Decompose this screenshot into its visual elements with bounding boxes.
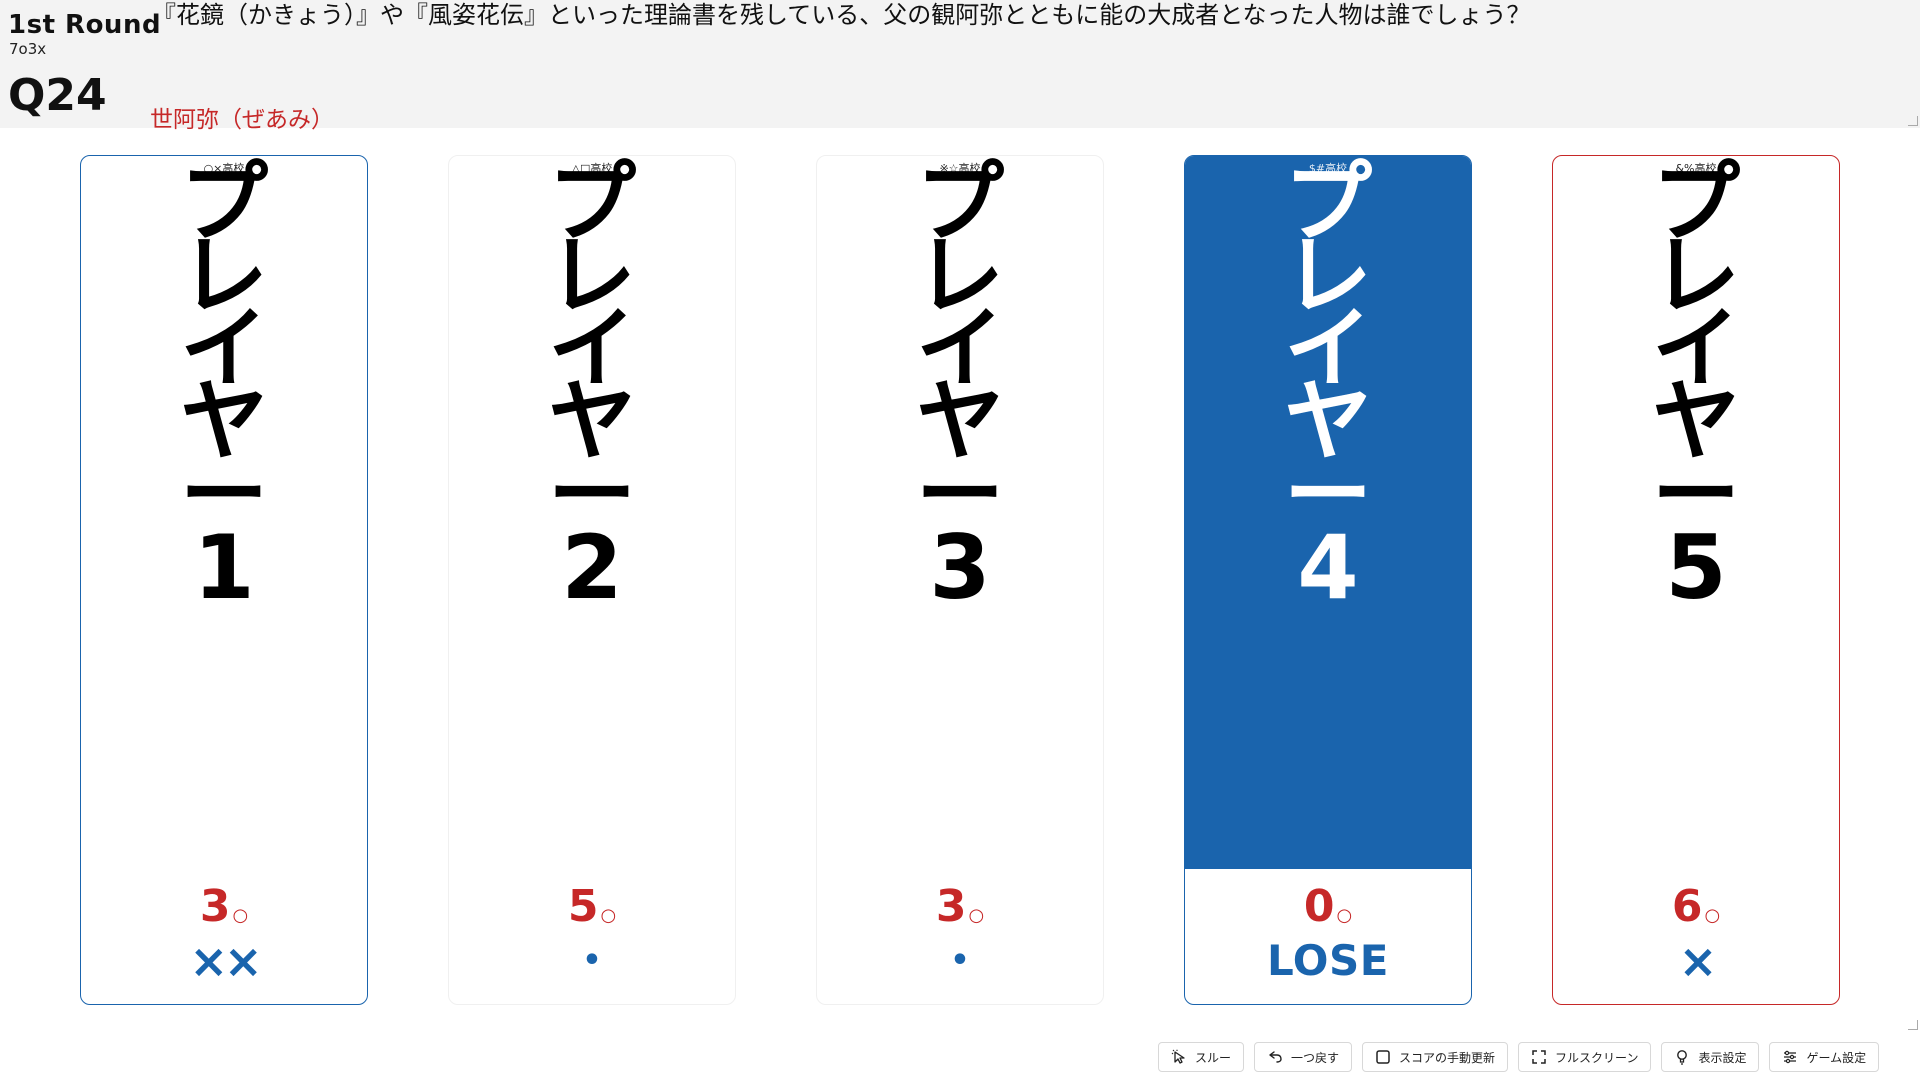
player-lose-status[interactable]: LOSE bbox=[1185, 936, 1471, 986]
question-header: 1st Round 7o3x Q24 『花鏡（かきょう）』や『風姿花伝』といった… bbox=[0, 0, 1920, 133]
through-label: スルー bbox=[1195, 1050, 1232, 1065]
player-name-char: 1 bbox=[193, 516, 255, 619]
checkbox-icon bbox=[1375, 1049, 1391, 1065]
score-unit: ○ bbox=[968, 905, 985, 926]
score-value: 3 bbox=[199, 881, 231, 932]
game-settings-button[interactable]: ゲーム設定 bbox=[1769, 1042, 1880, 1072]
manual-score-update-label: スコアの手動更新 bbox=[1399, 1050, 1496, 1065]
round-title: 1st Round bbox=[8, 10, 162, 40]
sliders-icon bbox=[1782, 1049, 1798, 1065]
rule-label: 7o3x bbox=[9, 40, 47, 58]
player-name-area[interactable]: &%高校 プ レ イ ヤ ー 5 bbox=[1553, 156, 1839, 869]
player-name: プ レ イ ヤ ー 2 bbox=[449, 159, 735, 619]
player-name-area[interactable]: $#高校 プ レ イ ヤ ー 4 bbox=[1185, 156, 1471, 869]
player-card-1[interactable]: ○×高校 プ レ イ ヤ ー 1 3 ○ ×× bbox=[80, 155, 368, 1005]
player-miss-status[interactable]: • bbox=[817, 936, 1103, 986]
cursor-click-icon bbox=[1171, 1049, 1187, 1065]
player-miss-status[interactable]: ×× bbox=[81, 936, 367, 986]
score-unit: ○ bbox=[1704, 905, 1721, 926]
player-board: ○×高校 プ レ イ ヤ ー 1 3 ○ ×× △□高校 プ レ イ ヤ ー 2… bbox=[0, 155, 1920, 1005]
player-name-area[interactable]: ○×高校 プ レ イ ヤ ー 1 bbox=[81, 156, 367, 869]
player-name-char: 5 bbox=[1665, 516, 1727, 619]
fullscreen-label: フルスクリーン bbox=[1555, 1050, 1639, 1065]
score-unit: ○ bbox=[232, 905, 249, 926]
fullscreen-button[interactable]: フルスクリーン bbox=[1518, 1042, 1652, 1072]
player-name-area[interactable]: △□高校 プ レ イ ヤ ー 2 bbox=[449, 156, 735, 869]
question-number: Q24 bbox=[8, 70, 107, 121]
bulb-icon bbox=[1674, 1049, 1690, 1065]
player-name-area[interactable]: ※☆高校 プ レ イ ヤ ー 3 bbox=[817, 156, 1103, 869]
player-name-char: 2 bbox=[561, 516, 623, 619]
player-score[interactable]: 3 ○ bbox=[81, 881, 367, 932]
display-settings-label: 表示設定 bbox=[1698, 1050, 1747, 1065]
score-value: 0 bbox=[1303, 881, 1335, 932]
display-settings-button[interactable]: 表示設定 bbox=[1661, 1042, 1760, 1072]
question-text: 『花鏡（かきょう）』や『風姿花伝』といった理論書を残している、父の観阿弥とともに… bbox=[152, 1, 1531, 29]
header-resize-grip[interactable] bbox=[1908, 116, 1918, 126]
board-resize-grip[interactable] bbox=[1908, 1020, 1918, 1030]
fullscreen-icon bbox=[1531, 1049, 1547, 1065]
player-card-4[interactable]: $#高校 プ レ イ ヤ ー 4 0 ○ LOSE bbox=[1184, 155, 1472, 1005]
undo-arrow-icon bbox=[1267, 1049, 1283, 1065]
player-name: プ レ イ ヤ ー 5 bbox=[1553, 159, 1839, 619]
score-value: 6 bbox=[1671, 881, 1703, 932]
manual-score-update-button[interactable]: スコアの手動更新 bbox=[1362, 1042, 1509, 1072]
undo-button[interactable]: 一つ戻す bbox=[1254, 1042, 1353, 1072]
score-unit: ○ bbox=[1336, 905, 1353, 926]
bottom-toolbar: スルー 一つ戻す スコアの手動更新 フルスクリーン 表示設定 ゲーム設定 bbox=[1158, 1042, 1880, 1072]
through-button[interactable]: スルー bbox=[1158, 1042, 1245, 1072]
player-name: プ レ イ ヤ ー 3 bbox=[817, 159, 1103, 619]
player-score[interactable]: 0 ○ bbox=[1185, 881, 1471, 932]
player-card-2[interactable]: △□高校 プ レ イ ヤ ー 2 5 ○ • bbox=[448, 155, 736, 1005]
player-score[interactable]: 6 ○ bbox=[1553, 881, 1839, 932]
player-score[interactable]: 3 ○ bbox=[817, 881, 1103, 932]
undo-label: 一つ戻す bbox=[1291, 1050, 1340, 1065]
player-card-3[interactable]: ※☆高校 プ レ イ ヤ ー 3 3 ○ • bbox=[816, 155, 1104, 1005]
player-card-5[interactable]: &%高校 プ レ イ ヤ ー 5 6 ○ × bbox=[1552, 155, 1840, 1005]
player-score[interactable]: 5 ○ bbox=[449, 881, 735, 932]
score-unit: ○ bbox=[600, 905, 617, 926]
player-name-char: 3 bbox=[929, 516, 991, 619]
player-miss-status[interactable]: • bbox=[449, 936, 735, 986]
player-name: プ レ イ ヤ ー 1 bbox=[81, 159, 367, 619]
answer-text: 世阿弥（ぜあみ） bbox=[150, 107, 334, 133]
player-name-char: 4 bbox=[1297, 516, 1359, 619]
game-settings-label: ゲーム設定 bbox=[1806, 1050, 1867, 1065]
player-name: プ レ イ ヤ ー 4 bbox=[1185, 159, 1471, 619]
player-miss-status[interactable]: × bbox=[1553, 936, 1839, 986]
score-value: 5 bbox=[567, 881, 599, 932]
score-value: 3 bbox=[935, 881, 967, 932]
